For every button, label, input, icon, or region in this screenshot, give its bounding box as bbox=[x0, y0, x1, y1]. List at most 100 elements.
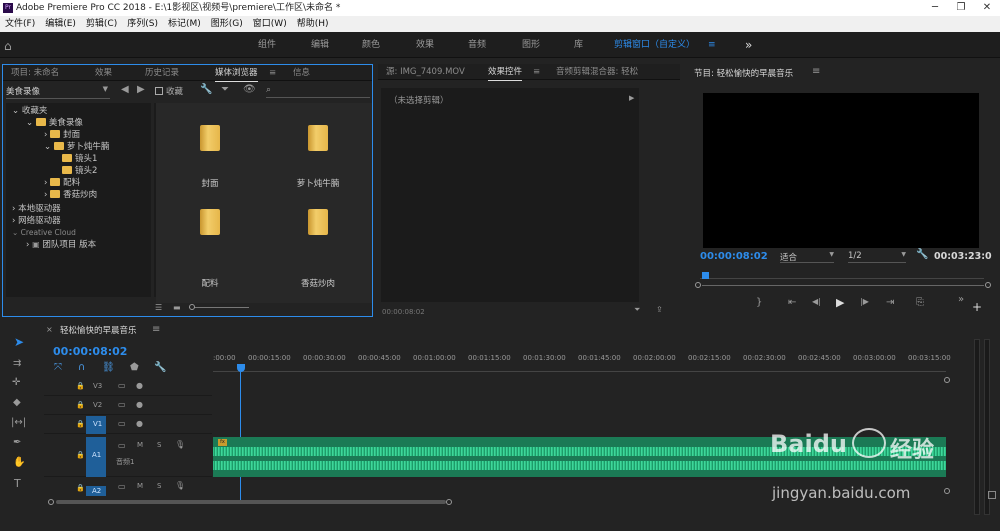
zoom-slider-handle[interactable] bbox=[189, 304, 195, 310]
type-tool-icon[interactable]: T bbox=[14, 477, 21, 490]
lock-icon[interactable]: 🔒 bbox=[76, 401, 85, 409]
sync-icon[interactable]: ▭ bbox=[118, 381, 126, 390]
tab-effect-controls[interactable]: 效果控件 bbox=[488, 64, 523, 81]
lock-icon[interactable]: 🔒 bbox=[76, 484, 85, 492]
menu-graphics[interactable]: 图形(G) bbox=[206, 16, 248, 32]
favorites-checkbox[interactable] bbox=[155, 87, 163, 95]
meter-solo-toggle[interactable] bbox=[988, 491, 996, 499]
list-view-icon[interactable]: ☰ bbox=[155, 303, 162, 312]
sync-icon[interactable]: ▭ bbox=[118, 419, 126, 428]
filter-icon[interactable]: ⏷ bbox=[634, 305, 640, 315]
menu-clip[interactable]: 剪辑(C) bbox=[81, 16, 122, 32]
step-forward-icon[interactable]: |▶ bbox=[860, 297, 869, 306]
tab-menu-icon[interactable]: ≡ bbox=[269, 65, 276, 81]
microphone-icon[interactable]: 🎙 bbox=[175, 440, 185, 449]
eye-icon[interactable]: ● bbox=[136, 381, 143, 390]
eye-icon[interactable]: ● bbox=[136, 400, 143, 409]
media-tile-cover[interactable]: 封面 bbox=[156, 103, 264, 203]
lock-icon[interactable]: 🔒 bbox=[76, 451, 85, 459]
track-select-tool-icon[interactable]: ⇉ bbox=[13, 358, 21, 369]
menu-file[interactable]: 文件(F) bbox=[0, 16, 40, 32]
panel-menu-icon[interactable]: ≡ bbox=[812, 66, 820, 77]
workspace-custom-active[interactable]: 剪辑窗口（自定义） bbox=[614, 32, 695, 58]
icon-view-icon[interactable]: ▬ bbox=[173, 303, 181, 312]
step-back-icon[interactable]: ◀| bbox=[812, 297, 821, 306]
tree-shot1-folder[interactable]: 镜头1 bbox=[6, 153, 151, 165]
go-to-in-icon[interactable]: ⇤ bbox=[788, 297, 796, 308]
back-arrow-icon[interactable]: ◀ bbox=[121, 84, 129, 95]
tree-creative-cloud[interactable]: ⌄ Creative Cloud bbox=[6, 227, 151, 239]
tab-audio-mixer[interactable]: 音频剪辑混合器: 轻松 bbox=[556, 64, 638, 80]
tree-root-folder[interactable]: ⌄ 美食录像 bbox=[6, 117, 151, 129]
export-frame-icon[interactable]: ⎘ bbox=[916, 297, 924, 308]
ripple-edit-tool-icon[interactable]: ✛ bbox=[12, 377, 20, 388]
hand-tool-icon[interactable]: ✋ bbox=[13, 457, 25, 468]
tab-source[interactable]: 源: IMG_7409.MOV bbox=[386, 64, 465, 80]
workspace-editing[interactable]: 编辑 bbox=[311, 32, 329, 58]
tab-menu-icon[interactable]: ≡ bbox=[533, 64, 540, 80]
tree-network-drives[interactable]: › 网络驱动器 bbox=[6, 215, 151, 227]
tab-effects[interactable]: 效果 bbox=[95, 65, 112, 81]
menu-marker[interactable]: 标记(M) bbox=[163, 16, 206, 32]
tree-team-projects[interactable]: › ▣ 团队项目 版本 bbox=[6, 239, 151, 251]
workspace-overflow[interactable]: » bbox=[745, 32, 752, 58]
selection-tool-icon[interactable]: ➤ bbox=[14, 335, 24, 349]
maximize-button[interactable]: ❐ bbox=[948, 0, 974, 16]
tree-ingredients-folder[interactable]: › 配料 bbox=[6, 177, 151, 189]
slip-tool-icon[interactable]: |↔| bbox=[11, 417, 26, 428]
location-dropdown[interactable]: 美食录像 ▼ bbox=[6, 85, 110, 99]
timeline-playhead-handle[interactable] bbox=[237, 364, 245, 372]
scroll-handle-right[interactable] bbox=[446, 499, 452, 505]
solo-button[interactable]: S bbox=[157, 441, 161, 449]
minimize-button[interactable]: ─ bbox=[922, 0, 948, 16]
workspace-effects[interactable]: 效果 bbox=[416, 32, 434, 58]
horizontal-scrollbar[interactable] bbox=[56, 500, 446, 504]
linked-selection-icon[interactable]: ⛓ bbox=[102, 362, 115, 373]
program-ruler[interactable] bbox=[700, 269, 984, 279]
go-to-out-icon[interactable]: ⇥ bbox=[886, 297, 894, 308]
zoom-slider[interactable] bbox=[189, 307, 249, 308]
menu-help[interactable]: 帮助(H) bbox=[292, 16, 334, 32]
mark-out-icon[interactable]: } bbox=[756, 297, 762, 308]
close-tab-icon[interactable]: × bbox=[46, 325, 53, 334]
program-timecode[interactable]: 00:00:08:02 bbox=[700, 251, 768, 262]
tab-history[interactable]: 历史记录 bbox=[145, 65, 179, 81]
lock-icon[interactable]: 🔒 bbox=[76, 420, 85, 428]
tree-local-drives[interactable]: › 本地驱动器 bbox=[6, 203, 151, 215]
eye-icon[interactable]: ● bbox=[136, 419, 143, 428]
view-icon[interactable]: 👁 bbox=[243, 84, 256, 95]
media-tile-mushroom[interactable]: 香菇炒肉 bbox=[264, 203, 372, 303]
program-scrollbar[interactable] bbox=[702, 285, 984, 286]
scroll-handle-left[interactable] bbox=[695, 282, 701, 288]
filter-icon[interactable]: ⏷ bbox=[221, 84, 229, 95]
sync-icon[interactable]: ▭ bbox=[118, 482, 126, 491]
tab-project[interactable]: 项目: 未命名 bbox=[11, 65, 59, 81]
fit-dropdown[interactable]: 适合 ▼ bbox=[780, 251, 834, 263]
media-tile-beef[interactable]: 萝卜炖牛腩 bbox=[264, 103, 372, 203]
mute-button[interactable]: M bbox=[137, 482, 143, 490]
timeline-settings-icon[interactable]: 🔧 bbox=[154, 362, 166, 373]
scroll-handle-right[interactable] bbox=[985, 282, 991, 288]
snap-icon[interactable]: ∩ bbox=[78, 362, 85, 373]
microphone-icon[interactable]: 🎙 bbox=[175, 481, 185, 490]
tab-media-browser[interactable]: 媒体浏览器 bbox=[215, 65, 258, 82]
playhead-marker[interactable] bbox=[702, 272, 709, 279]
workspace-libraries[interactable]: 库 bbox=[574, 32, 583, 58]
add-button-icon[interactable]: + bbox=[972, 300, 982, 314]
menu-window[interactable]: 窗口(W) bbox=[248, 16, 292, 32]
more-controls-icon[interactable]: » bbox=[958, 294, 964, 305]
lock-icon[interactable]: 🔒 bbox=[76, 382, 85, 390]
home-icon[interactable]: ⌂ bbox=[4, 39, 12, 53]
workspace-menu-icon[interactable]: ≡ bbox=[708, 32, 716, 58]
sequence-tab[interactable]: 轻松愉快的早晨音乐 bbox=[60, 324, 137, 336]
play-button[interactable]: ▶ bbox=[836, 296, 844, 309]
sync-icon[interactable]: ▭ bbox=[118, 441, 126, 450]
add-marker-icon[interactable]: ⬟ bbox=[130, 362, 139, 373]
razor-tool-icon[interactable]: ◆ bbox=[13, 397, 21, 408]
workspace-audio[interactable]: 音频 bbox=[468, 32, 486, 58]
forward-arrow-icon[interactable]: ▶ bbox=[137, 84, 145, 95]
menu-sequence[interactable]: 序列(S) bbox=[122, 16, 163, 32]
export-icon[interactable]: ⇪ bbox=[656, 305, 663, 314]
tree-shot2-folder[interactable]: 镜头2 bbox=[6, 165, 151, 177]
timeline-timecode[interactable]: 00:00:08:02 bbox=[53, 345, 127, 358]
